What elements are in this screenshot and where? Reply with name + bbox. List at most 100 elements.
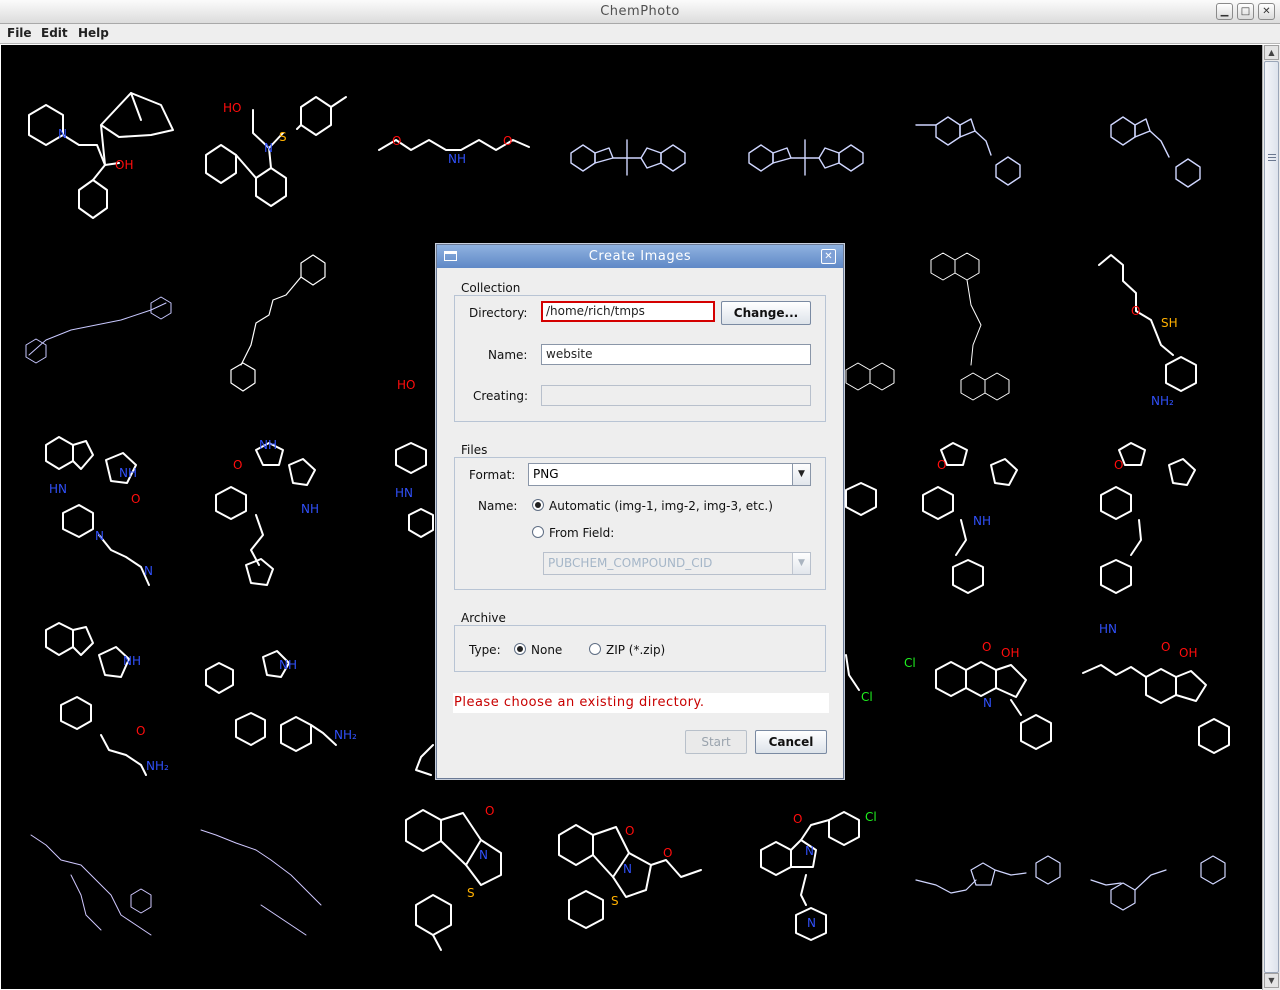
molecule-8[interactable]: [25, 296, 172, 364]
archive-zip-label[interactable]: ZIP (*.zip): [606, 643, 665, 657]
atom-label: NH: [301, 502, 319, 516]
atom-label: O: [131, 492, 140, 506]
atom-label: OH: [1001, 646, 1019, 660]
molecule-10b[interactable]: [845, 362, 895, 391]
atom-label: Cl: [861, 690, 873, 704]
close-window-button[interactable]: ✕: [1258, 3, 1275, 20]
chevron-down-icon[interactable]: ▼: [792, 464, 810, 485]
files-group-label: Files: [459, 443, 490, 457]
molecule-13[interactable]: [45, 436, 150, 586]
atom-label: NH₂: [146, 759, 169, 773]
error-message-box: Please choose an existing directory.: [453, 693, 829, 713]
atom-label: O: [1114, 458, 1123, 472]
atom-label: N: [58, 127, 67, 141]
molecule-30[interactable]: [915, 855, 1061, 894]
directory-input[interactable]: /home/rich/tmps: [541, 301, 715, 322]
molecule-23[interactable]: [935, 661, 1052, 750]
directory-label: Directory:: [469, 306, 528, 320]
atom-label: HO: [397, 378, 415, 392]
atom-label: Cl: [904, 656, 916, 670]
archive-none-radio[interactable]: [514, 643, 526, 655]
menu-bar: File Edit Help: [0, 24, 1280, 44]
automatic-radio[interactable]: [532, 499, 544, 511]
molecule-5[interactable]: [748, 139, 864, 176]
molecule-21[interactable]: [205, 650, 337, 752]
archive-group-label: Archive: [459, 611, 508, 625]
atom-label: HN: [395, 486, 413, 500]
scroll-down-arrow-icon[interactable]: ▼: [1264, 973, 1279, 988]
maximize-button[interactable]: □: [1237, 3, 1254, 20]
name-label: Name:: [488, 348, 528, 362]
atom-label: NH₂: [1151, 394, 1174, 408]
cancel-button[interactable]: Cancel: [755, 730, 827, 754]
menu-edit[interactable]: Edit: [41, 26, 68, 40]
minimize-button[interactable]: ▁: [1216, 3, 1233, 20]
creating-output-field: [541, 385, 811, 406]
menu-file[interactable]: File: [7, 26, 32, 40]
atom-label: N: [805, 844, 814, 858]
dialog-close-button[interactable]: ✕: [821, 249, 836, 264]
scroll-up-arrow-icon[interactable]: ▲: [1264, 45, 1279, 60]
field-dropdown: PUBCHEM_COMPOUND_CID ▼: [543, 552, 811, 575]
molecule-24[interactable]: [1082, 664, 1230, 754]
molecule-4[interactable]: [570, 139, 686, 176]
collection-name-input[interactable]: website: [541, 344, 811, 365]
molecule-6[interactable]: [915, 116, 1021, 186]
start-button[interactable]: Start: [685, 730, 747, 754]
atom-label: SH: [1161, 316, 1178, 330]
format-dropdown[interactable]: PNG ▼: [528, 463, 811, 486]
atom-label: N: [807, 916, 816, 930]
atom-label: HO: [223, 101, 241, 115]
molecule-12[interactable]: [1098, 254, 1197, 392]
molecule-26[interactable]: [200, 829, 322, 936]
window-titlebar[interactable]: ChemPhoto ▁ □ ✕: [0, 0, 1280, 24]
molecule-20[interactable]: [45, 622, 147, 776]
atom-label: S: [611, 894, 619, 908]
atom-label: Cl: [865, 810, 877, 824]
chevron-down-icon: ▼: [792, 553, 810, 574]
atom-label: O: [793, 812, 802, 826]
molecule-25[interactable]: [30, 834, 152, 936]
atom-label: N: [623, 862, 632, 876]
format-label: Format:: [469, 468, 516, 482]
dialog-titlebar[interactable]: Create Images ✕: [437, 245, 843, 268]
atom-label: NH₂: [334, 728, 357, 742]
atom-label: O: [485, 804, 494, 818]
atom-label: O: [136, 724, 145, 738]
archive-zip-radio[interactable]: [589, 643, 601, 655]
atom-label: NH: [448, 152, 466, 166]
atom-label: N: [264, 141, 273, 155]
archive-type-label: Type:: [469, 643, 501, 657]
atom-label: O: [663, 846, 672, 860]
atom-label: OH: [1179, 646, 1197, 660]
from-field-radio-label[interactable]: From Field:: [549, 526, 614, 540]
molecule-7[interactable]: [1110, 116, 1201, 188]
automatic-radio-label[interactable]: Automatic (img-1, img-2, img-3, etc.): [549, 499, 773, 513]
atom-label: HN: [1099, 622, 1117, 636]
molecule-28[interactable]: [558, 824, 702, 929]
grip-line: [1268, 160, 1276, 161]
field-selected-value: PUBCHEM_COMPOUND_CID: [548, 556, 713, 570]
format-selected-value: PNG: [533, 467, 559, 481]
molecule-1[interactable]: [28, 92, 174, 219]
archive-none-label[interactable]: None: [531, 643, 562, 657]
grip-line: [1268, 157, 1276, 158]
menu-help[interactable]: Help: [78, 26, 109, 40]
error-message: Please choose an existing directory.: [454, 695, 705, 710]
atom-label: NH: [123, 654, 141, 668]
molecule-9[interactable]: [230, 254, 326, 392]
molecule-31[interactable]: [1090, 855, 1226, 911]
molecule-27[interactable]: [405, 809, 502, 951]
atom-label: NH: [119, 466, 137, 480]
molecule-11[interactable]: [930, 252, 1010, 401]
from-field-radio[interactable]: [532, 526, 544, 538]
atom-label: O: [503, 134, 512, 148]
scroll-thumb[interactable]: [1264, 61, 1279, 973]
atom-label: HN: [49, 482, 67, 496]
grip-line: [1268, 154, 1276, 155]
change-directory-button[interactable]: Change...: [721, 301, 811, 325]
atom-label: S: [467, 886, 475, 900]
atom-label: O: [233, 458, 242, 472]
atom-label: O: [937, 458, 946, 472]
vertical-scrollbar[interactable]: ▲ ▼: [1262, 45, 1280, 990]
